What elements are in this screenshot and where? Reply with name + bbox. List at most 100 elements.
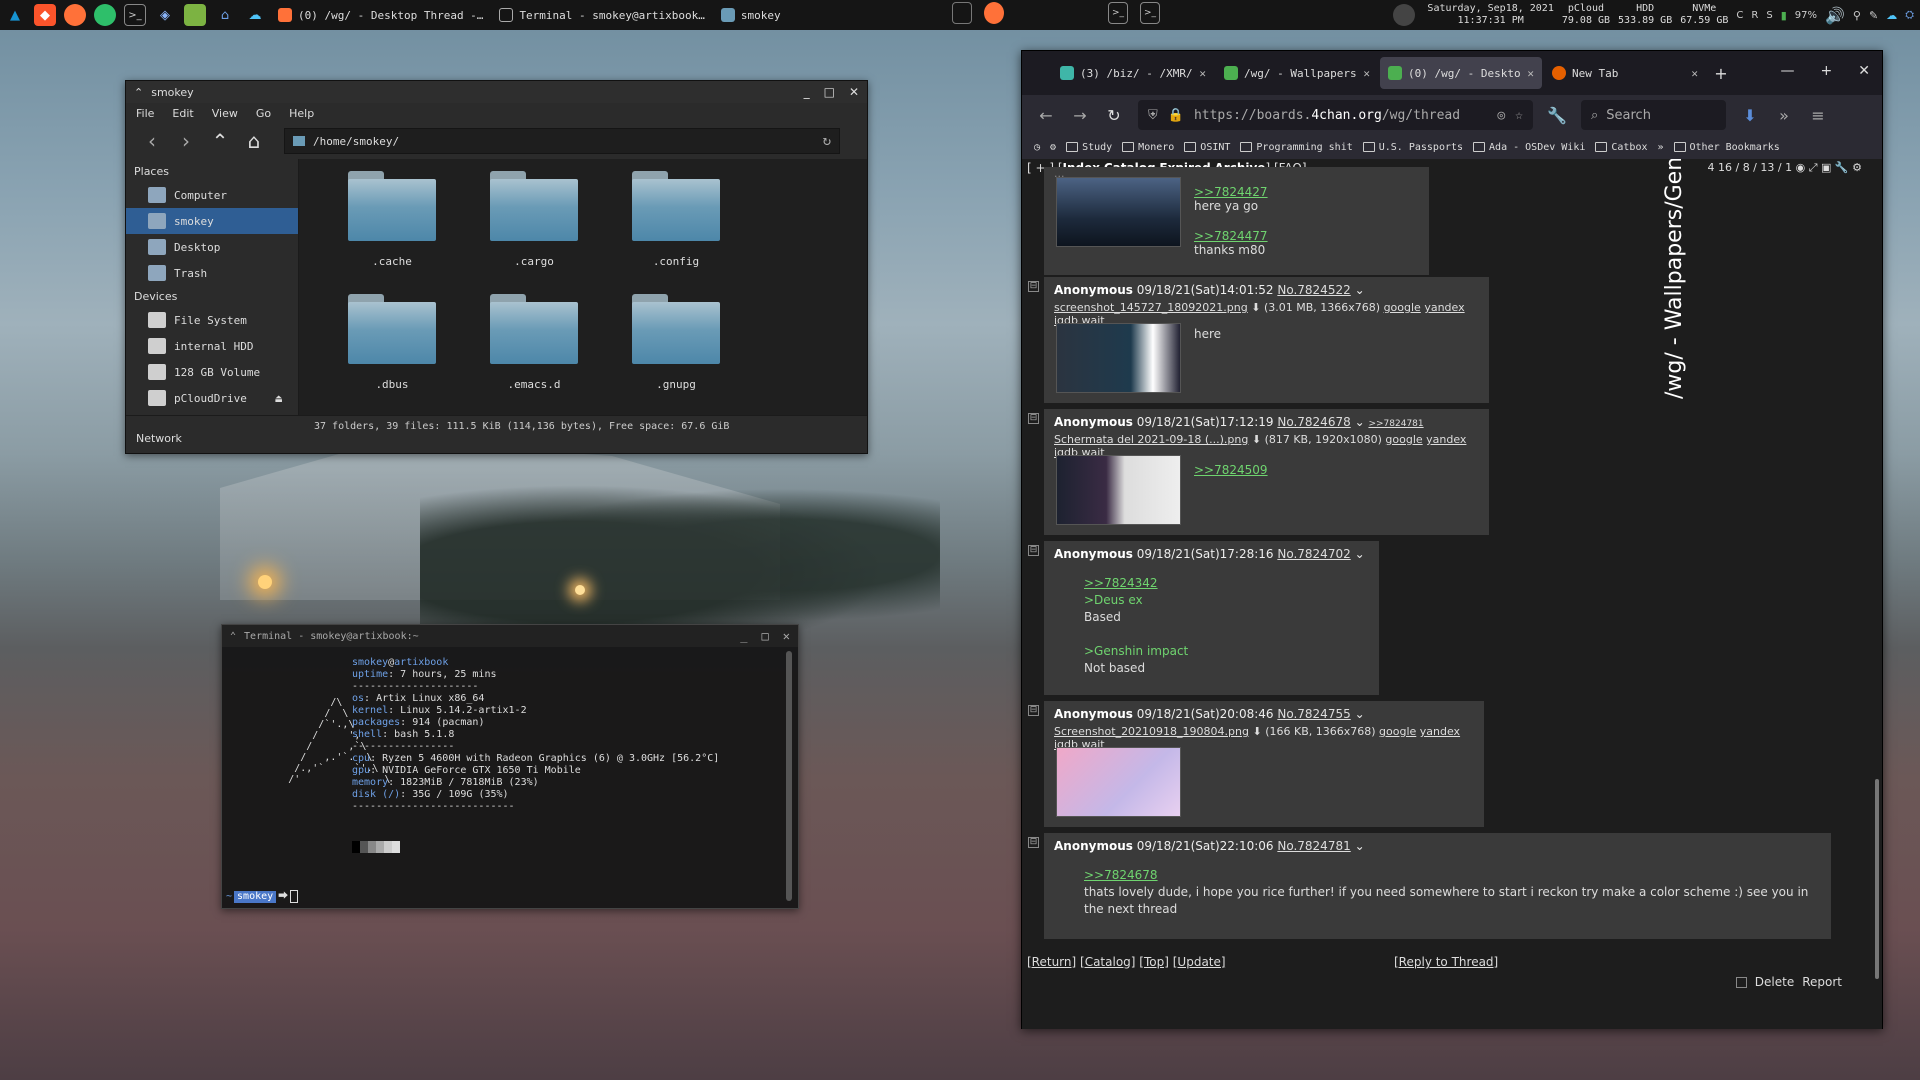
maximize-icon[interactable]: □ — [762, 629, 769, 643]
bookmark-passports[interactable]: U.S. Passports — [1362, 142, 1463, 153]
link-yandex[interactable]: yandex — [1424, 301, 1464, 314]
tab-biz[interactable]: (3) /biz/ - /XMR/✕ — [1052, 57, 1214, 89]
thumbnail-image[interactable] — [1056, 177, 1181, 247]
collapse-icon[interactable]: ⊟ — [1028, 705, 1039, 716]
link-catalog[interactable]: [Catalog] — [1080, 955, 1135, 969]
new-tab-button[interactable]: + — [1708, 64, 1734, 83]
backlink[interactable]: >>7824781 — [1368, 419, 1423, 429]
folder-item[interactable]: .config — [605, 165, 747, 288]
taskbar-item-browser[interactable]: (0) /wg/ - Desktop Thread -… — [270, 0, 491, 30]
network-header[interactable]: Network — [136, 432, 182, 445]
package-icon[interactable] — [184, 4, 206, 26]
clock[interactable]: Saturday, Sep18, 2021 11:37:31 PM — [1427, 3, 1553, 27]
collapse-icon[interactable]: ⊟ — [1028, 545, 1039, 556]
overflow-icon[interactable]: » — [1774, 106, 1794, 125]
sidebar-item-filesystem[interactable]: File System — [126, 307, 298, 333]
user-icon[interactable]: ⛭ — [1905, 8, 1914, 22]
quote-link[interactable]: >>7824678 — [1084, 868, 1158, 882]
tab-wg-desktop[interactable]: (0) /wg/ - Desktop ✕ — [1380, 57, 1542, 89]
post-number[interactable]: No.7824781 — [1277, 839, 1350, 853]
delete-button[interactable]: Delete — [1755, 975, 1794, 989]
link-google[interactable]: google — [1379, 725, 1416, 738]
scrollbar[interactable] — [786, 651, 792, 901]
folder-item[interactable]: .gnupg — [605, 288, 747, 411]
file-link[interactable]: Schermata del 2021-09-18 (...).png — [1054, 433, 1248, 446]
brave-icon[interactable]: ◆ — [34, 4, 56, 26]
quote-link[interactable]: >>7824509 — [1194, 463, 1268, 477]
link-update[interactable]: [Update] — [1173, 955, 1226, 969]
messenger-icon[interactable] — [94, 4, 116, 26]
bookmark-other[interactable]: Other Bookmarks — [1673, 142, 1780, 153]
forward-icon[interactable]: → — [1070, 106, 1090, 125]
taskbar-item-terminal[interactable]: Terminal - smokey@artixbook… — [491, 0, 712, 30]
minimize-icon[interactable]: _ — [740, 629, 747, 643]
terminal-icon[interactable]: >_ — [124, 4, 146, 26]
chevron-down-icon[interactable]: ⌄ — [1355, 707, 1365, 721]
cloud-sync-icon[interactable]: ☁ — [1886, 9, 1897, 22]
maximize-icon[interactable]: + — [1821, 63, 1833, 79]
sidebar-item-trash[interactable]: Trash — [126, 260, 298, 286]
network-icon[interactable]: ◈ — [154, 4, 176, 26]
bookmark-monero[interactable]: Monero — [1122, 142, 1174, 153]
folder-item[interactable]: .cargo — [463, 165, 605, 288]
chevron-up-icon[interactable]: ⌃ — [134, 86, 143, 99]
eject-icon[interactable]: ⏏ — [275, 392, 282, 405]
chevron-down-icon[interactable]: ⌄ — [1355, 839, 1365, 853]
battery-icon[interactable]: ▮ — [1781, 9, 1787, 22]
terminal-icon[interactable]: >_ — [1140, 2, 1160, 24]
sidebar-item-internal-hdd[interactable]: internal HDD — [126, 333, 298, 359]
shell-prompt[interactable]: ~ smokey ⮕ — [226, 890, 299, 903]
chevron-down-icon[interactable]: ⌄ — [1355, 547, 1365, 561]
firefox-icon[interactable] — [64, 4, 86, 26]
bookmark-osint[interactable]: OSINT — [1184, 142, 1230, 153]
wrench-icon[interactable]: 🔧 — [1547, 106, 1567, 125]
back-icon[interactable]: ← — [1036, 106, 1056, 125]
home-icon[interactable]: ⌂ — [214, 4, 236, 26]
back-icon[interactable]: ‹ — [140, 129, 164, 153]
tab-new-tab[interactable]: New Tab ✕ — [1544, 57, 1706, 89]
shield-icon[interactable]: ⛨ — [1148, 108, 1158, 123]
link-google[interactable]: google — [1384, 301, 1421, 314]
workspace-switcher[interactable] — [948, 2, 1008, 24]
link-google[interactable]: google — [1385, 433, 1422, 446]
scrollbar[interactable] — [1875, 779, 1879, 979]
file-link[interactable]: Screenshot_20210918_190804.png — [1054, 725, 1249, 738]
delete-checkbox[interactable] — [1735, 977, 1747, 988]
pen-icon[interactable]: ✎ — [1869, 9, 1878, 22]
menu-help[interactable]: Help — [289, 107, 314, 120]
menu-go[interactable]: Go — [256, 107, 271, 120]
workspace-switcher-2[interactable]: >_ >_ — [1104, 2, 1164, 24]
collapse-icon[interactable]: ⊟ — [1028, 837, 1039, 848]
gear-icon[interactable]: ⚙ — [1050, 142, 1056, 153]
reload-icon[interactable]: ↻ — [823, 133, 831, 149]
report-button[interactable]: Report — [1802, 975, 1842, 989]
bookmark-osdev[interactable]: Ada - OSDev Wiki — [1473, 142, 1585, 153]
close-tab-icon[interactable]: ✕ — [1527, 67, 1534, 80]
window-icon[interactable] — [952, 2, 972, 24]
tab-wg-wallpapers[interactable]: /wg/ - Wallpapers ✕ — [1216, 57, 1378, 89]
sidebar-item-smokey[interactable]: smokey — [126, 208, 298, 234]
history-icon[interactable]: ◷ — [1034, 142, 1040, 153]
close-icon[interactable]: ✕ — [783, 629, 790, 643]
sidebar-item-computer[interactable]: Computer — [126, 182, 298, 208]
post-number[interactable]: No.7824755 — [1277, 707, 1350, 721]
home-icon[interactable]: ⌂ — [242, 129, 266, 153]
bookmark-programming[interactable]: Programming shit — [1240, 142, 1353, 153]
quote-link[interactable]: >>7824477 — [1194, 229, 1268, 243]
bookmark-catbox[interactable]: Catbox — [1595, 142, 1647, 153]
up-icon[interactable]: ⌃ — [208, 129, 232, 153]
menu-view[interactable]: View — [212, 107, 238, 120]
chevron-down-icon[interactable]: ⌄ — [1355, 283, 1365, 297]
menu-file[interactable]: File — [136, 107, 154, 120]
forward-icon[interactable]: › — [174, 129, 198, 153]
titlebar[interactable]: ⌃ Terminal - smokey@artixbook:~ _ □ ✕ — [222, 625, 798, 647]
titlebar[interactable]: ⌃ smokey _ □ ✕ — [126, 81, 867, 103]
post-number[interactable]: No.7824702 — [1277, 547, 1350, 561]
folder-item[interactable]: .emacs.d — [463, 288, 605, 411]
taskbar-item-filemanager[interactable]: smokey — [713, 0, 789, 30]
terminal-icon[interactable]: >_ — [1108, 2, 1128, 24]
chevron-down-icon[interactable]: ⌄ — [1355, 415, 1365, 429]
link-top[interactable]: [Top] — [1139, 955, 1169, 969]
path-bar[interactable]: /home/smokey/ ↻ — [284, 128, 840, 154]
chevron-up-icon[interactable]: ⌃ — [230, 631, 236, 642]
